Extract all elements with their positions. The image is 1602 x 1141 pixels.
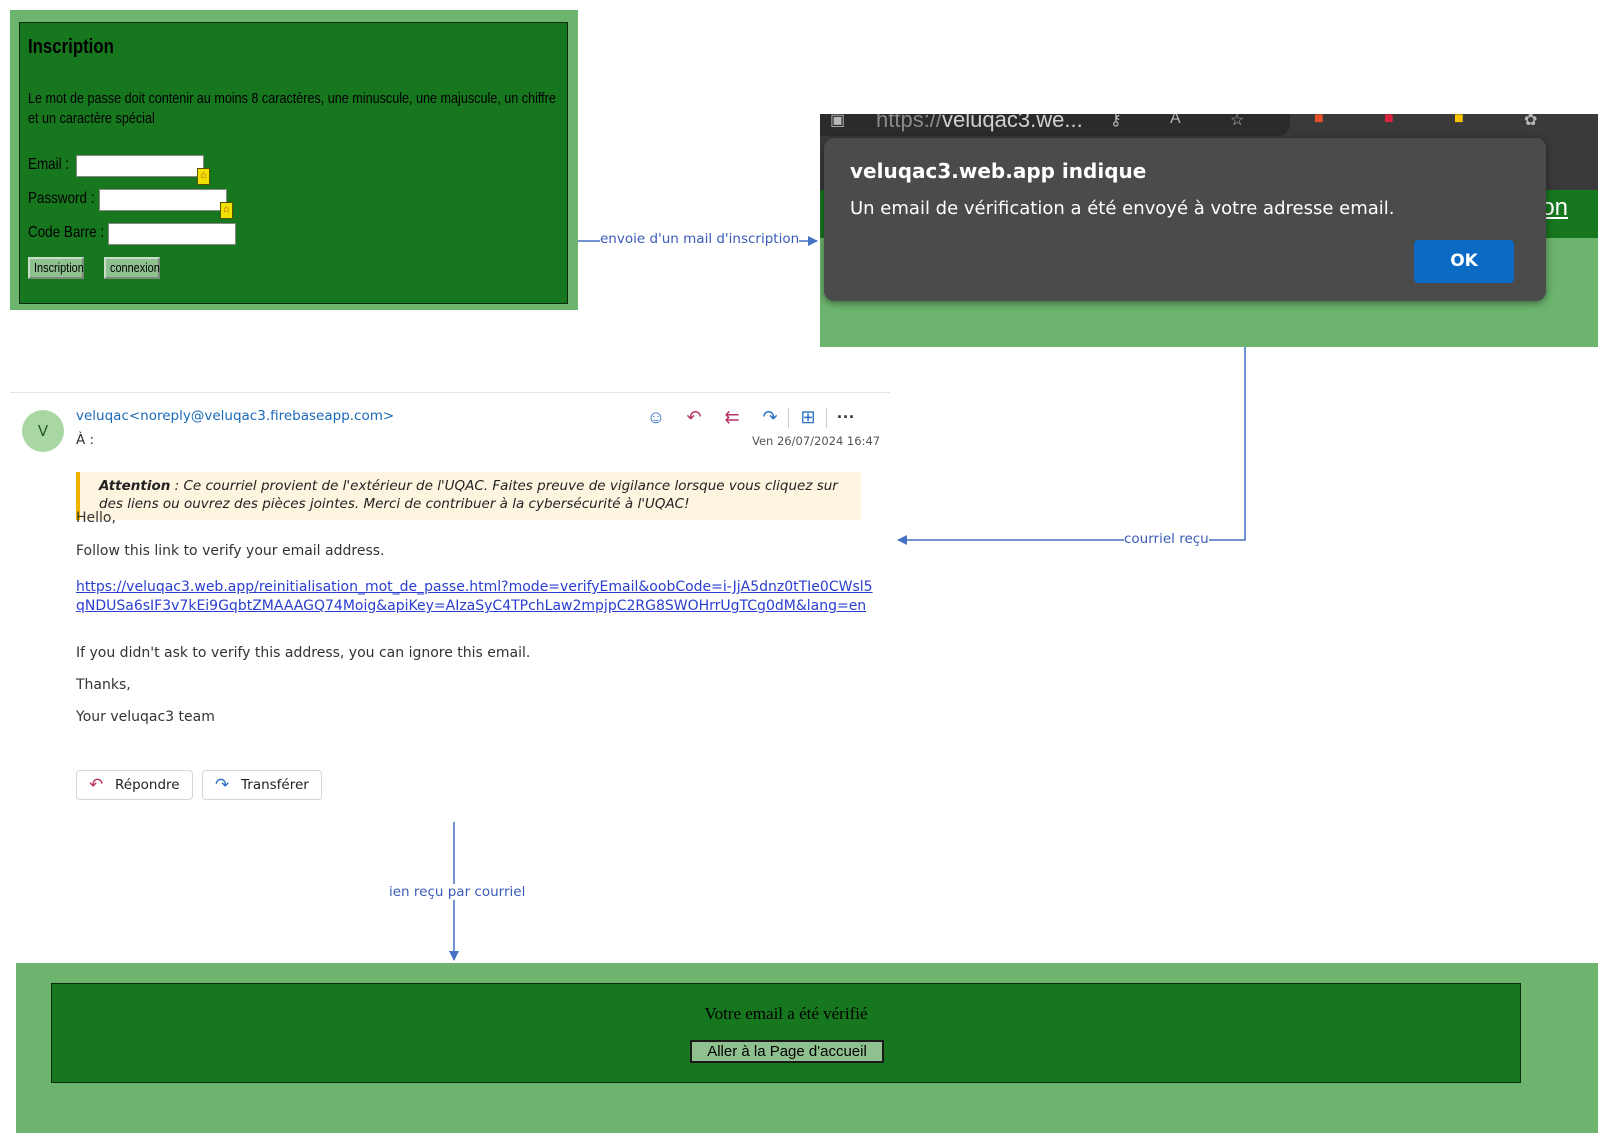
flow-arrows: [449, 236, 1246, 961]
arrow-label-3: ien reçu par courriel: [389, 884, 526, 900]
arrow-to-email: [897, 347, 1246, 545]
arrow-label-2: courriel reçu: [1124, 531, 1209, 547]
arrow-label-1: envoie d'un mail d'inscription: [600, 231, 800, 247]
